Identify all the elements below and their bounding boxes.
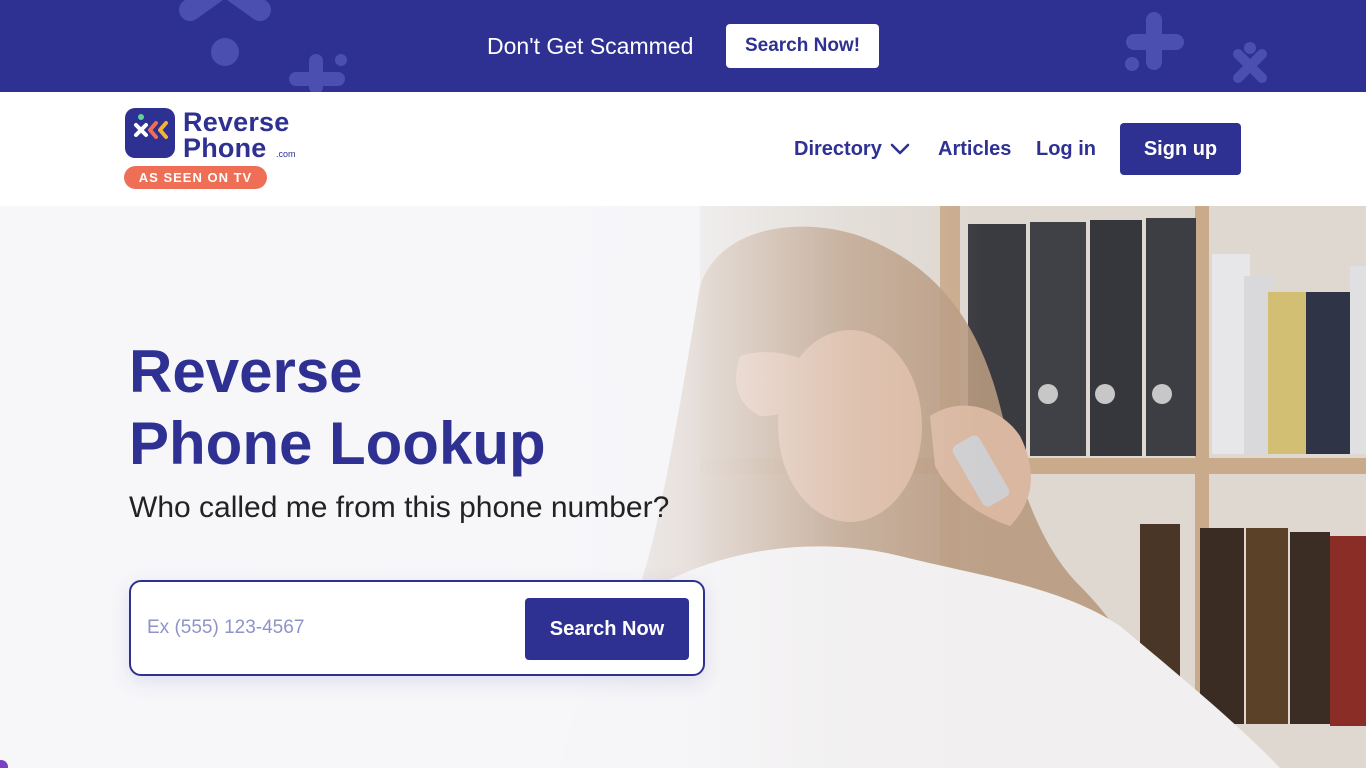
hero-title-line1: Reverse bbox=[129, 338, 363, 405]
hero-fade-overlay bbox=[0, 206, 1366, 768]
phone-number-input[interactable] bbox=[147, 598, 507, 658]
nav-login[interactable]: Log in bbox=[1036, 136, 1096, 162]
nav-directory[interactable]: Directory bbox=[794, 136, 882, 162]
decorative-shape bbox=[1125, 12, 1184, 71]
top-banner: Don't Get Scammed Search Now! bbox=[0, 0, 1366, 92]
signup-button[interactable]: Sign up bbox=[1120, 123, 1241, 175]
logo-text-phone: Phone bbox=[183, 133, 267, 163]
nav-articles[interactable]: Articles bbox=[938, 136, 1011, 162]
logo-mark-icon bbox=[125, 108, 175, 158]
decorative-shape bbox=[289, 54, 347, 92]
banner-search-button[interactable]: Search Now! bbox=[726, 24, 879, 68]
decorative-shape bbox=[1233, 42, 1267, 83]
hero-subtitle: Who called me from this phone number? bbox=[129, 491, 670, 524]
logo-text-suffix: .com bbox=[276, 149, 296, 159]
logo-text-reverse: Reverse bbox=[183, 107, 290, 137]
site-header: Reverse Phone .com AS SEEN ON TV Directo… bbox=[0, 92, 1366, 206]
hero-title: Reverse Phone Lookup bbox=[129, 336, 729, 480]
decorative-shape bbox=[179, 0, 271, 66]
hero-section: Reverse Phone Lookup Who called me from … bbox=[0, 206, 1366, 768]
chevron-down-icon[interactable] bbox=[889, 140, 911, 158]
as-seen-on-tv-badge: AS SEEN ON TV bbox=[124, 166, 267, 189]
banner-text: Don't Get Scammed bbox=[487, 33, 694, 59]
site-logo[interactable]: Reverse Phone .com AS SEEN ON TV bbox=[124, 106, 304, 190]
search-now-button[interactable]: Search Now bbox=[525, 598, 689, 660]
hero-title-line2: Phone Lookup bbox=[129, 410, 546, 477]
phone-search-form: Search Now bbox=[129, 580, 705, 676]
